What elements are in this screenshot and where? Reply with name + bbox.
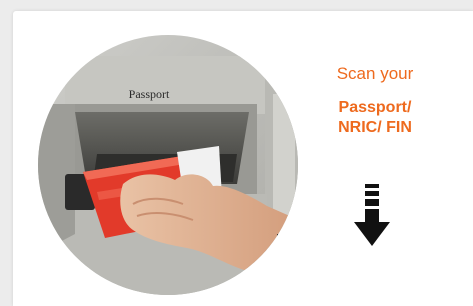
scan-prompt-line1: Scan your bbox=[336, 64, 414, 83]
scan-prompt-line2: Passport/ bbox=[338, 99, 412, 116]
kiosk-slot-label: Passport bbox=[129, 87, 170, 101]
arrow-down-icon bbox=[351, 184, 393, 250]
scan-instructions: Scan your Passport/ NRIC/ FIN bbox=[300, 40, 450, 138]
passport-scanner-photo: Passport bbox=[37, 34, 299, 296]
scan-prompt-line3: NRIC/ FIN bbox=[338, 119, 412, 136]
